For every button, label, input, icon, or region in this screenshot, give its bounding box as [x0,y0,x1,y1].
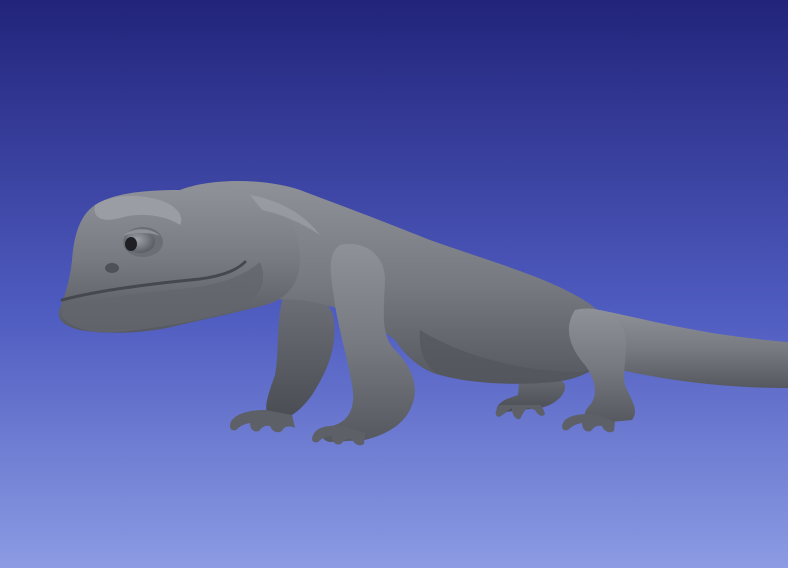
viewport-canvas[interactable] [0,0,788,568]
nostril-icon [105,263,119,273]
3d-viewport[interactable] [0,0,788,568]
pupil [125,237,137,251]
